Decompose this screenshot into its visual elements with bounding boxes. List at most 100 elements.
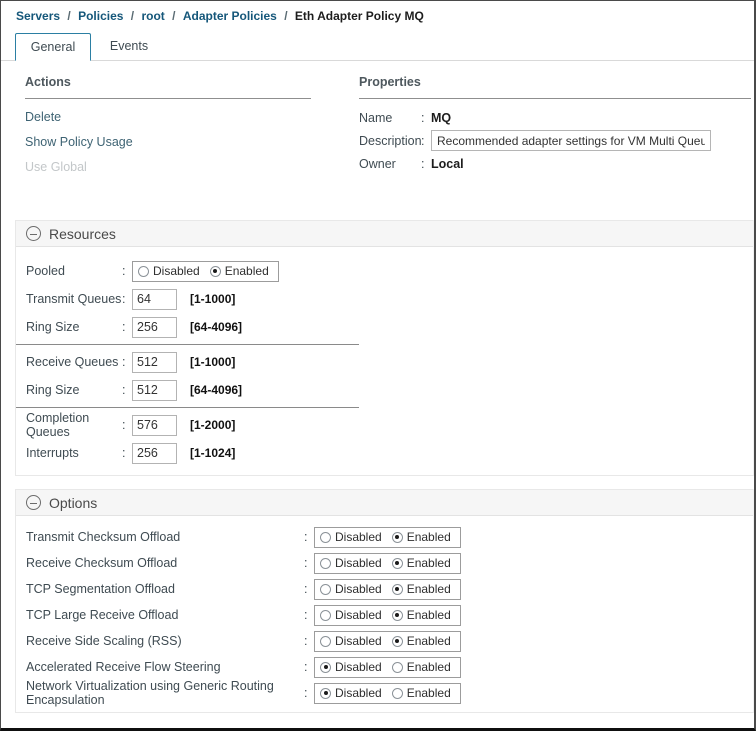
owner-value: Local bbox=[431, 156, 464, 171]
name-value: MQ bbox=[431, 110, 452, 125]
ring-size-range: [64-4096] bbox=[190, 383, 243, 397]
description-input[interactable] bbox=[431, 130, 711, 151]
radio-option-enabled[interactable]: Enabled bbox=[391, 530, 451, 544]
receive-checksum-offload-label: Receive Checksum Offload bbox=[26, 556, 178, 570]
radio-option-enabled[interactable]: Enabled bbox=[391, 634, 451, 648]
radio-option-disabled[interactable]: Disabled bbox=[320, 634, 382, 648]
radio-button-icon[interactable] bbox=[391, 635, 403, 647]
resources-panel-header[interactable]: Resources bbox=[16, 220, 753, 247]
radio-button-icon[interactable] bbox=[391, 687, 403, 699]
colon: : bbox=[421, 133, 425, 148]
radio-button-icon[interactable] bbox=[138, 265, 149, 277]
accelerated-receive-flow-steering-row: Accelerated Receive Flow Steering : Disa… bbox=[26, 654, 753, 680]
tab-general[interactable]: General bbox=[15, 33, 91, 61]
radio-option-disabled[interactable]: Disabled bbox=[138, 264, 200, 278]
breadcrumb-servers[interactable]: Servers bbox=[16, 9, 60, 23]
nvgre-label: Network Virtualization using Generic Rou… bbox=[26, 679, 274, 707]
radio-button-icon[interactable] bbox=[391, 609, 403, 621]
colon: : bbox=[122, 292, 126, 306]
radio-option-disabled[interactable]: Disabled bbox=[320, 686, 382, 700]
tab-events[interactable]: Events bbox=[91, 32, 167, 60]
transmit-queues-input[interactable] bbox=[132, 288, 177, 310]
resources-panel: Resources Pooled : Disabled Enabled Trans… bbox=[15, 220, 754, 476]
radio-button-icon[interactable] bbox=[320, 635, 331, 647]
radio-option-enabled[interactable]: Enabled bbox=[209, 264, 269, 278]
receive-side-scaling-radio-group: Disabled Enabled bbox=[314, 630, 461, 652]
radio-button-icon[interactable] bbox=[391, 557, 403, 569]
options-title: Options bbox=[49, 494, 98, 511]
transmit-checksum-offload-row: Transmit Checksum Offload : Disabled Enab… bbox=[26, 524, 753, 550]
radio-button-icon[interactable] bbox=[320, 583, 331, 595]
options-panel-body: Transmit Checksum Offload : Disabled Enab… bbox=[16, 516, 753, 712]
ring-size-input[interactable] bbox=[132, 316, 177, 338]
ring-size-input[interactable] bbox=[132, 379, 177, 401]
radio-option-label: Disabled bbox=[335, 634, 382, 648]
actions-title: Actions bbox=[25, 75, 311, 99]
radio-button-icon[interactable] bbox=[320, 531, 331, 543]
radio-option-label: Enabled bbox=[406, 634, 451, 648]
colon: : bbox=[122, 355, 126, 369]
collapse-minus-icon[interactable] bbox=[26, 226, 41, 241]
delete-link[interactable]: Delete bbox=[25, 110, 359, 124]
properties-section: Properties Name : MQ Description : Owner… bbox=[359, 75, 754, 175]
radio-option-enabled[interactable]: Enabled bbox=[391, 686, 451, 700]
receive-queues-input[interactable] bbox=[132, 351, 177, 373]
colon: : bbox=[304, 556, 308, 570]
nvgre-radio-group: Disabled Enabled bbox=[314, 682, 461, 704]
ring-size-range: [64-4096] bbox=[190, 320, 243, 334]
nvgre-row: Network Virtualization using Generic Rou… bbox=[26, 679, 753, 707]
actions-section: Actions Delete Show Policy Usage Use Glo… bbox=[25, 75, 359, 175]
radio-button-icon[interactable] bbox=[391, 531, 403, 543]
breadcrumb-separator: / bbox=[284, 9, 288, 23]
breadcrumb-root[interactable]: root bbox=[141, 9, 164, 23]
radio-option-disabled[interactable]: Disabled bbox=[320, 660, 382, 674]
breadcrumb-current-page: Eth Adapter Policy MQ bbox=[294, 9, 424, 23]
interrupts-input[interactable] bbox=[132, 442, 177, 464]
show-policy-usage-link[interactable]: Show Policy Usage bbox=[25, 135, 359, 149]
transmit-queues-range: [1-1000] bbox=[190, 292, 236, 306]
breadcrumb-adapter-policies[interactable]: Adapter Policies bbox=[183, 9, 277, 23]
radio-button-icon[interactable] bbox=[320, 687, 331, 699]
breadcrumb-separator: / bbox=[172, 9, 176, 23]
radio-option-label: Enabled bbox=[406, 530, 451, 544]
transmit-checksum-offload-radio-group: Disabled Enabled bbox=[314, 526, 461, 548]
radio-option-disabled[interactable]: Disabled bbox=[320, 530, 382, 544]
tcp-large-receive-offload-label: TCP Large Receive Offload bbox=[26, 608, 179, 622]
breadcrumb-policies[interactable]: Policies bbox=[78, 9, 123, 23]
radio-option-enabled[interactable]: Enabled bbox=[391, 660, 451, 674]
radio-option-enabled[interactable]: Enabled bbox=[391, 556, 451, 570]
receive-checksum-offload-radio-group: Disabled Enabled bbox=[314, 552, 461, 574]
radio-option-enabled[interactable]: Enabled bbox=[391, 608, 451, 622]
radio-option-label: Disabled bbox=[335, 582, 382, 596]
use-global-link: Use Global bbox=[25, 160, 87, 174]
breadcrumb-separator: / bbox=[130, 9, 135, 23]
radio-option-label: Disabled bbox=[153, 264, 200, 278]
radio-button-icon[interactable] bbox=[209, 265, 221, 277]
radio-button-icon[interactable] bbox=[320, 609, 331, 621]
interrupts-range: [1-1024] bbox=[190, 446, 236, 460]
radio-option-label: Disabled bbox=[335, 556, 382, 570]
radio-button-icon[interactable] bbox=[320, 661, 331, 673]
colon: : bbox=[421, 156, 425, 171]
radio-option-disabled[interactable]: Disabled bbox=[320, 556, 382, 570]
completion-queues-row: Completion Queues : [1-2000] bbox=[26, 411, 753, 439]
radio-button-icon[interactable] bbox=[391, 583, 403, 595]
colon: : bbox=[304, 634, 308, 648]
transmit-checksum-offload-label: Transmit Checksum Offload bbox=[26, 530, 181, 544]
radio-option-disabled[interactable]: Disabled bbox=[320, 608, 382, 622]
receive-queues-row: Receive Queues : [1-1000] bbox=[26, 348, 753, 376]
radio-button-icon[interactable] bbox=[391, 661, 403, 673]
divider bbox=[16, 344, 359, 345]
radio-option-label: Enabled bbox=[406, 582, 451, 596]
colon: : bbox=[304, 660, 308, 674]
accelerated-receive-flow-steering-radio-group: Disabled Enabled bbox=[314, 656, 461, 678]
radio-option-label: Enabled bbox=[406, 608, 451, 622]
completion-queues-range: [1-2000] bbox=[190, 418, 236, 432]
radio-button-icon[interactable] bbox=[320, 557, 331, 569]
collapse-minus-icon[interactable] bbox=[26, 495, 41, 510]
interrupts-label: Interrupts bbox=[26, 446, 79, 460]
options-panel-header[interactable]: Options bbox=[16, 489, 753, 516]
radio-option-enabled[interactable]: Enabled bbox=[391, 582, 451, 596]
radio-option-disabled[interactable]: Disabled bbox=[320, 582, 382, 596]
completion-queues-input[interactable] bbox=[132, 414, 177, 436]
